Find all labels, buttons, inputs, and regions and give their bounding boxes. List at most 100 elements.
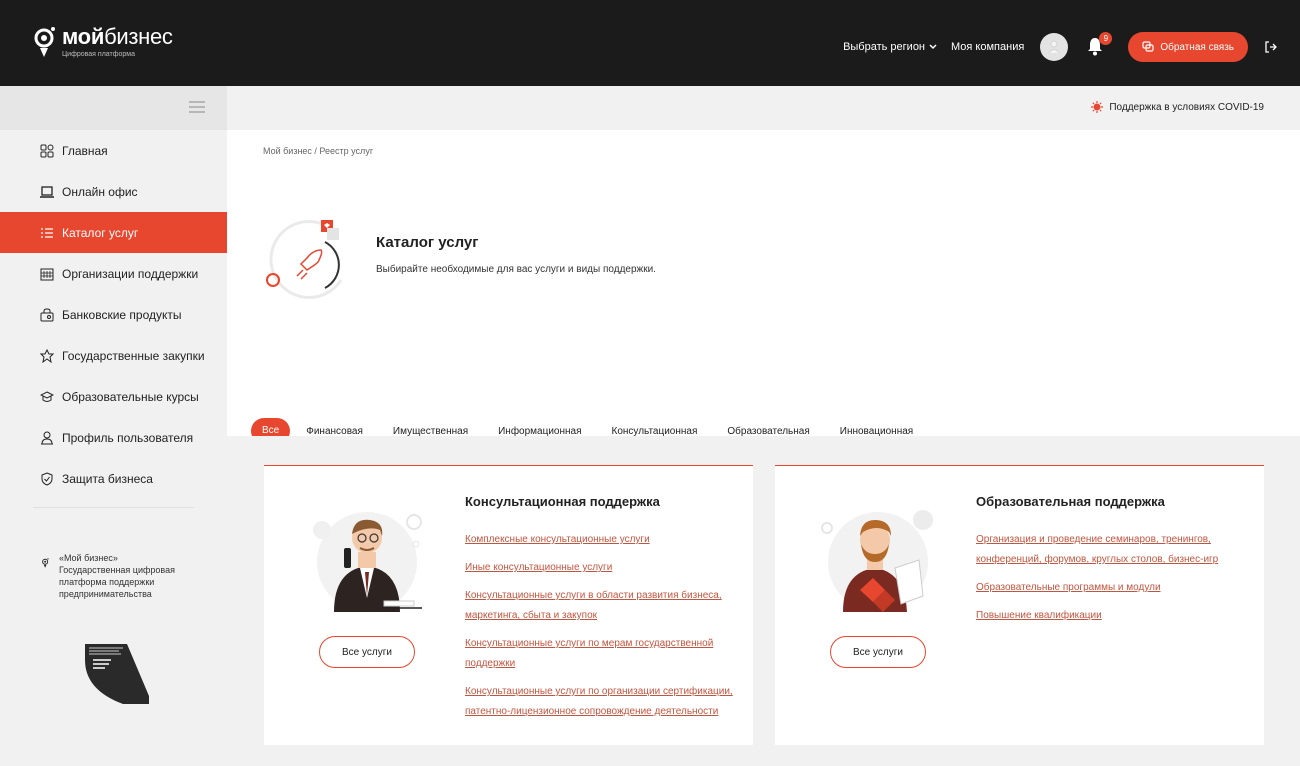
list-item: Организация и проведение семинаров, трен… — [976, 529, 1256, 569]
service-link[interactable]: Консультационные услуги по мерам государ… — [465, 638, 713, 669]
page-subtitle: Выбирайте необходимые для вас услуги и в… — [376, 264, 656, 275]
sidebar-item-label: Организации поддержки — [62, 266, 199, 281]
service-link[interactable]: Иные консультационные услуги — [465, 562, 612, 573]
logo-name-bold: мой — [62, 24, 105, 49]
sidebar-item-protection[interactable]: Защита бизнеса — [0, 458, 227, 499]
chevron-down-icon — [929, 44, 937, 50]
all-services-button[interactable]: Все услуги — [319, 636, 415, 668]
tab-financial[interactable]: Финансовая — [306, 426, 363, 437]
shield-icon — [41, 472, 53, 486]
main-content: Поддержка в условиях COVID-19 Мой бизнес… — [227, 86, 1300, 766]
card-title: Образовательная поддержка — [976, 494, 1165, 509]
sidebar-item-online-office[interactable]: Онлайн офис — [0, 171, 227, 212]
list-item: Консультационные услуги по мерам государ… — [465, 633, 745, 673]
tab-educational[interactable]: Образовательная — [727, 426, 809, 437]
laptop-icon — [40, 186, 54, 198]
logout-icon[interactable] — [1264, 40, 1278, 54]
list-item: Иные консультационные услуги — [465, 557, 745, 577]
card-links: Организация и проведение семинаров, трен… — [976, 529, 1256, 633]
platform-info: «Мой бизнес» Государственная цифровая пл… — [42, 552, 212, 600]
graduation-cap-icon — [40, 391, 54, 402]
menu-toggle-bar — [0, 86, 227, 130]
logo-text: мойбизнес Цифровая платформа — [62, 24, 173, 59]
sidebar-divider — [33, 507, 194, 508]
sidebar-item-label: Защита бизнеса — [62, 471, 153, 486]
region-selector[interactable]: Выбрать регион — [843, 41, 937, 53]
list-icon — [41, 228, 53, 238]
list-item: Образовательные программы и модули — [976, 577, 1256, 597]
top-header: мойбизнес Цифровая платформа Выбрать рег… — [0, 0, 1300, 86]
user-placeholder-icon — [1048, 40, 1060, 54]
service-link[interactable]: Консультационные услуги в области развит… — [465, 590, 722, 621]
service-link[interactable]: Организация и проведение семинаров, трен… — [976, 534, 1218, 565]
tab-innovation[interactable]: Инновационная — [840, 426, 913, 437]
sidebar-item-courses[interactable]: Образовательные курсы — [0, 376, 227, 417]
tab-consulting[interactable]: Консультационная — [612, 426, 698, 437]
covid-support-label: Поддержка в условиях COVID-19 — [1109, 101, 1264, 113]
sidebar: Главная Онлайн офис Каталог услуг Органи… — [0, 86, 227, 766]
sidebar-item-catalog[interactable]: Каталог услуг — [0, 212, 227, 253]
logo-pin-icon — [42, 558, 49, 568]
list-item: Комплексные консультационные услуги — [465, 529, 745, 549]
notifications-badge: 9 — [1099, 32, 1113, 45]
notifications-button[interactable]: 9 — [1086, 32, 1113, 58]
list-item: Повышение квалификации — [976, 605, 1256, 625]
breadcrumb[interactable]: Мой бизнес / Реестр услуг — [263, 146, 373, 156]
my-company-link[interactable]: Моя компания — [951, 41, 1024, 53]
service-link[interactable]: Консультационные услуги по организации с… — [465, 686, 733, 717]
tab-informational[interactable]: Информационная — [498, 426, 581, 437]
region-label: Выбрать регион — [843, 41, 926, 53]
platform-info-desc: Государственная цифровая платформа подде… — [58, 565, 175, 599]
rocket-hero-icon — [266, 219, 343, 299]
sidebar-item-label: Онлайн офис — [62, 184, 138, 199]
user-icon — [41, 431, 53, 445]
sidebar-item-label: Банковские продукты — [62, 307, 182, 322]
list-item: Консультационные услуги по организации с… — [465, 681, 745, 721]
header-actions: Выбрать регион Моя компания 9 Обратная с… — [843, 32, 1278, 62]
logo-name-rest: бизнес — [104, 24, 173, 49]
service-cards-section: Все услуги Консультационная поддержка Ко… — [227, 436, 1300, 766]
page-title: Каталог услуг — [376, 234, 479, 251]
national-projects-logo — [85, 644, 149, 704]
logo-pin-icon — [34, 27, 55, 57]
sidebar-item-label: Каталог услуг — [62, 225, 139, 240]
logo[interactable]: мойбизнес Цифровая платформа — [34, 26, 173, 58]
service-link[interactable]: Повышение квалификации — [976, 610, 1102, 621]
sidebar-item-profile[interactable]: Профиль пользователя — [0, 417, 227, 458]
logo-subtitle: Цифровая платформа — [62, 51, 135, 58]
sidebar-item-label: Профиль пользователя — [62, 430, 194, 445]
chat-icon — [1142, 41, 1154, 52]
building-icon — [40, 268, 54, 281]
sidebar-item-label: Государственные закупки — [62, 348, 205, 363]
covid-bar: Поддержка в условиях COVID-19 — [227, 86, 1300, 130]
avatar[interactable] — [1040, 33, 1069, 61]
feedback-label: Обратная связь — [1160, 41, 1234, 53]
hamburger-icon[interactable] — [189, 101, 205, 113]
all-services-button[interactable]: Все услуги — [830, 636, 926, 668]
list-item: Консультационные услуги в области развит… — [465, 585, 745, 625]
sidebar-item-home[interactable]: Главная — [0, 130, 227, 171]
covid-support-link[interactable]: Поддержка в условиях COVID-19 — [1091, 101, 1264, 113]
service-link[interactable]: Комплексные консультационные услуги — [465, 534, 650, 545]
tab-property[interactable]: Имущественная — [393, 426, 468, 437]
platform-info-title: «Мой бизнес» — [58, 553, 118, 563]
feedback-button[interactable]: Обратная связь — [1128, 32, 1248, 62]
sidebar-item-support-orgs[interactable]: Организации поддержки — [0, 253, 227, 294]
sidebar-item-procurement[interactable]: Государственные закупки — [0, 335, 227, 376]
sidebar-item-label: Главная — [62, 143, 108, 158]
catalog-header-section: Мой бизнес / Реестр услуг Каталог услуг … — [227, 130, 1300, 444]
bag-icon — [40, 308, 54, 322]
emblem-icon — [40, 349, 54, 363]
card-title: Консультационная поддержка — [465, 494, 660, 509]
service-link[interactable]: Образовательные программы и модули — [976, 582, 1161, 593]
service-card-educational: Все услуги Образовательная поддержка Орг… — [775, 465, 1264, 745]
sidebar-item-bank-products[interactable]: Банковские продукты — [0, 294, 227, 335]
educator-illustration — [821, 510, 933, 612]
home-grid-icon — [40, 144, 54, 158]
service-card-consulting: Все услуги Консультационная поддержка Ко… — [264, 465, 753, 745]
consultant-illustration — [313, 512, 422, 612]
card-links: Комплексные консультационные услуги Иные… — [465, 529, 745, 729]
virus-icon — [1091, 101, 1104, 113]
sidebar-nav: Главная Онлайн офис Каталог услуг Органи… — [0, 130, 227, 499]
sidebar-item-label: Образовательные курсы — [62, 389, 199, 404]
